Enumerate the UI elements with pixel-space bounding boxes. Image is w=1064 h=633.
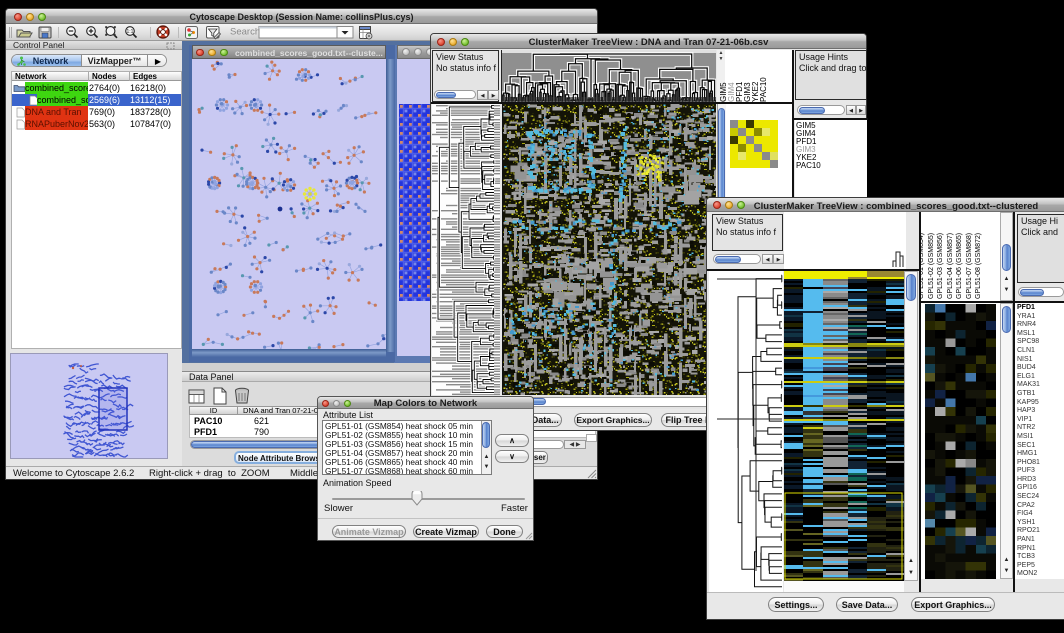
svg-text:1:1: 1:1 xyxy=(127,29,134,35)
svg-text:Search:: Search: xyxy=(230,27,263,38)
